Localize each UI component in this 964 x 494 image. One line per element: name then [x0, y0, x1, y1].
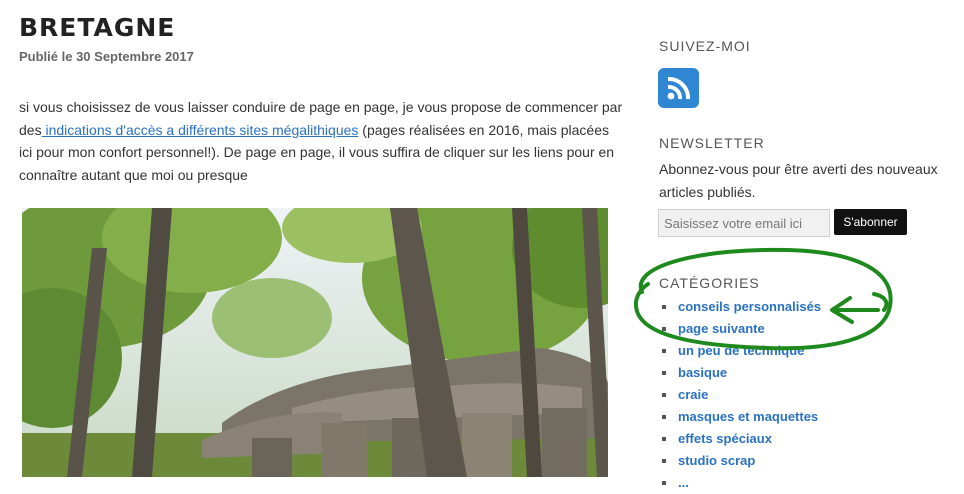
category-link[interactable]: ... — [678, 475, 689, 490]
rss-button[interactable] — [658, 68, 699, 108]
category-link[interactable]: un peu de technique — [678, 343, 804, 358]
list-item: page suivante — [660, 318, 821, 340]
follow-title: SUIVEZ-MOI — [659, 38, 751, 54]
post-date: Publié le 30 Septembre 2017 — [19, 49, 194, 64]
newsletter-title: NEWSLETTER — [659, 135, 765, 151]
list-item: un peu de technique — [660, 340, 821, 362]
list-item: basique — [660, 362, 821, 384]
rss-icon — [667, 76, 691, 100]
dolmen-photo — [22, 208, 608, 477]
list-item: studio scrap — [660, 450, 821, 472]
category-link[interactable]: page suivante — [678, 321, 765, 336]
category-link[interactable]: basique — [678, 365, 727, 380]
category-link[interactable]: conseils personnalisés — [678, 299, 821, 314]
post-paragraph: si vous choisissez de vous laisser condu… — [19, 96, 624, 186]
newsletter-description: Abonnez-vous pour être averti des nouvea… — [659, 161, 938, 200]
list-item: craie — [660, 384, 821, 406]
category-link[interactable]: studio scrap — [678, 453, 755, 468]
subscribe-button[interactable]: S'abonner — [834, 209, 907, 235]
category-link[interactable]: effets spéciaux — [678, 431, 772, 446]
list-item: effets spéciaux — [660, 428, 821, 450]
categories-list: conseils personnalisés page suivante un … — [660, 296, 821, 494]
category-link[interactable]: masques et maquettes — [678, 409, 818, 424]
megalithic-sites-link[interactable]: indications d'accès a différents sites m… — [42, 122, 358, 138]
category-link[interactable]: craie — [678, 387, 708, 402]
list-item: conseils personnalisés — [660, 296, 821, 318]
post-title: BRETAGNE — [19, 13, 176, 42]
categories-title: CATÉGORIES — [659, 275, 760, 291]
list-item: masques et maquettes — [660, 406, 821, 428]
email-input[interactable] — [658, 209, 830, 237]
list-item: ... — [660, 472, 821, 494]
